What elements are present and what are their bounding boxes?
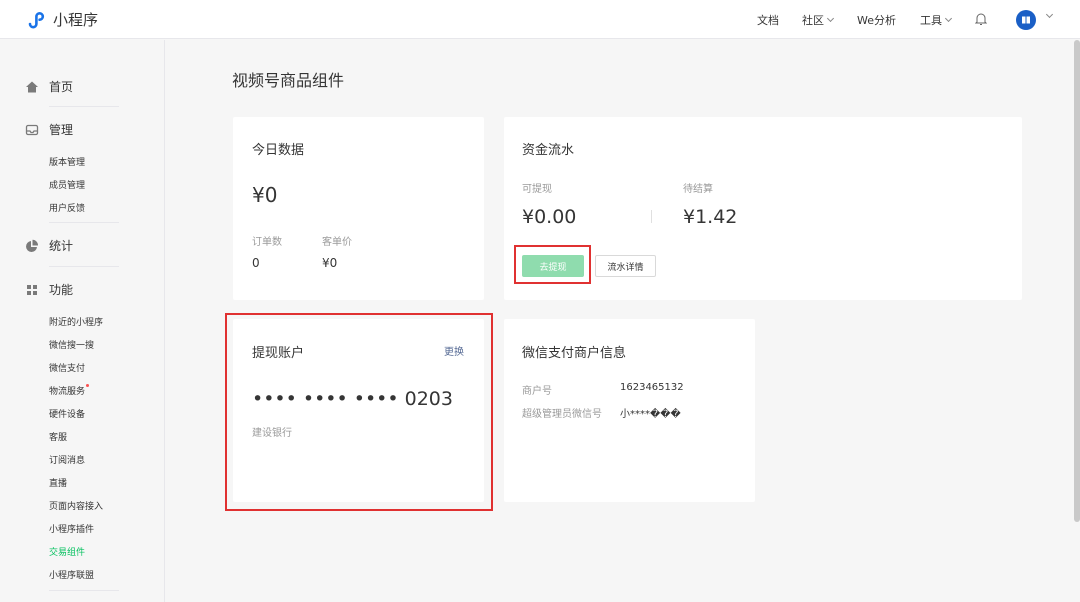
today-title: 今日数据 (252, 143, 305, 158)
nav-analytics[interactable]: We分析 (857, 12, 896, 28)
sidebar-stats-label: 统计 (49, 239, 74, 253)
avg-price-value: ¥0 (322, 256, 338, 270)
divider (49, 266, 119, 267)
nav-tools[interactable]: 工具 (920, 12, 953, 28)
sidebar-item-logistics-label: 物流服务 (49, 387, 86, 397)
available-label: 可提现 (522, 184, 552, 195)
nav-community[interactable]: 社区 (802, 12, 835, 28)
sidebar-item-features[interactable]: 功能 (25, 281, 73, 298)
bell-icon[interactable] (975, 12, 987, 26)
today-amount: ¥0 (252, 183, 278, 207)
sidebar-manage-label: 管理 (49, 123, 74, 137)
avatar[interactable] (1016, 10, 1036, 30)
top-bar: 小程序 文档 社区 We分析 工具 (0, 0, 1080, 39)
notification-dot (86, 384, 90, 387)
pending-label: 待结算 (683, 184, 713, 195)
flow-details-button[interactable]: 流水详情 (595, 255, 656, 277)
pending-value: ¥1.42 (683, 206, 738, 228)
orders-label: 订单数 (252, 237, 282, 248)
chevron-down-icon (944, 14, 953, 23)
sidebar-home-label: 首页 (49, 80, 74, 94)
admin-value: 小****��� (620, 409, 681, 420)
highlight-withdraw (514, 245, 591, 284)
sidebar-item-union[interactable]: 小程序联盟 (49, 568, 94, 581)
avg-price-label: 客单价 (322, 237, 352, 248)
admin-label: 超级管理员微信号 (522, 409, 602, 420)
merchant-title: 微信支付商户信息 (522, 346, 627, 361)
divider (49, 106, 119, 107)
sidebar-item-home[interactable]: 首页 (25, 78, 73, 95)
sidebar-item-feedback[interactable]: 用户反馈 (49, 201, 85, 214)
nav-docs[interactable]: 文档 (757, 12, 779, 28)
sidebar-item-search[interactable]: 微信搜一搜 (49, 338, 94, 351)
sidebar-item-pay[interactable]: 微信支付 (49, 361, 85, 374)
sidebar-item-live[interactable]: 直播 (49, 476, 67, 489)
merchant-id-value: 1623465132 (620, 382, 684, 393)
divider (49, 590, 119, 591)
sidebar-item-subscribe[interactable]: 订阅消息 (49, 453, 85, 466)
divider (49, 222, 119, 223)
funds-title: 资金流水 (522, 143, 575, 158)
sidebar-item-plugins[interactable]: 小程序插件 (49, 522, 94, 535)
sidebar-item-members[interactable]: 成员管理 (49, 178, 85, 191)
pie-chart-icon (26, 239, 39, 252)
inbox-icon (25, 124, 39, 135)
sidebar-item-content[interactable]: 页面内容接入 (49, 499, 103, 512)
sidebar-item-version[interactable]: 版本管理 (49, 155, 85, 168)
top-nav: 文档 社区 We分析 工具 (0, 12, 1080, 28)
orders-value: 0 (252, 256, 260, 270)
page-title: 视频号商品组件 (232, 71, 345, 90)
sidebar-item-nearby[interactable]: 附近的小程序 (49, 315, 103, 328)
sidebar-features-label: 功能 (49, 283, 74, 297)
available-value: ¥0.00 (522, 206, 577, 228)
sidebar-item-hardware[interactable]: 硬件设备 (49, 407, 85, 420)
home-icon (26, 81, 38, 92)
sidebar-item-trade[interactable]: 交易组件 (49, 545, 85, 558)
chevron-down-icon (826, 14, 835, 23)
avatar-book-icon (1022, 16, 1030, 24)
scrollbar[interactable] (1074, 40, 1080, 522)
sidebar-item-service[interactable]: 客服 (49, 430, 67, 443)
nav-community-label: 社区 (802, 14, 824, 27)
merchant-id-label: 商户号 (522, 386, 552, 397)
sidebar-item-logistics[interactable]: 物流服务 (49, 384, 90, 397)
sidebar-item-manage[interactable]: 管理 (25, 121, 73, 138)
sidebar-item-stats[interactable]: 统计 (25, 237, 73, 254)
nav-tools-label: 工具 (920, 14, 942, 27)
divider (651, 210, 652, 223)
highlight-account (225, 313, 493, 511)
grid-icon (27, 284, 37, 295)
